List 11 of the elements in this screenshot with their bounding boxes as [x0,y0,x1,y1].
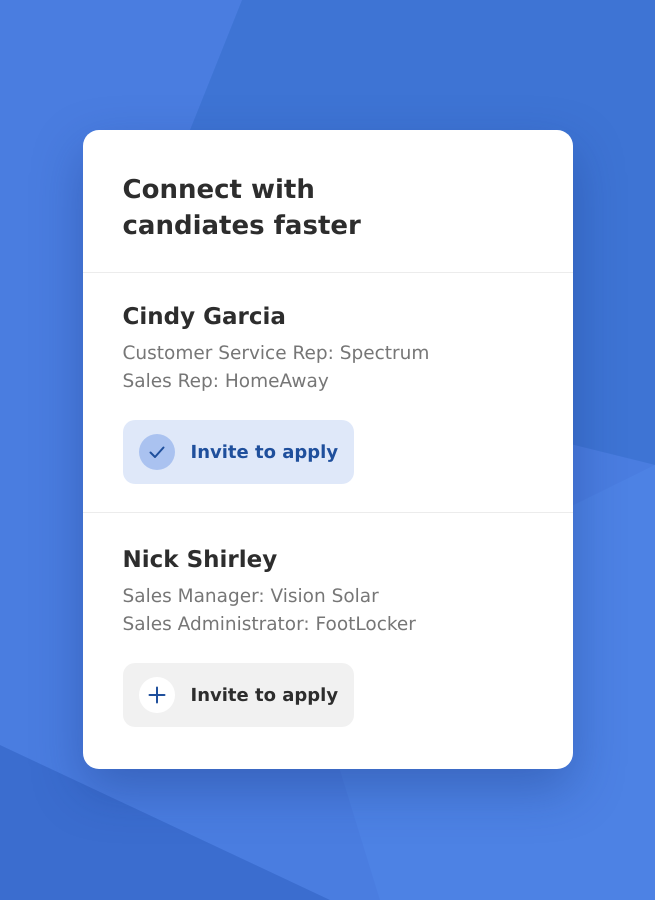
candidate-role: Sales Administrator: FootLocker [122,613,417,637]
candidate-role: Customer Service Rep: Spectrum [122,342,430,366]
invite-button[interactable]: Invite to apply [122,663,354,727]
candidate-name: Cindy Garcia [122,303,287,332]
candidate-role: Sales Rep: HomeAway [122,370,330,394]
invite-button[interactable]: Invite to apply [122,420,354,484]
candidate-name: Nick Shirley [122,546,278,575]
candidate-role: Sales Manager: Vision Solar [122,585,380,609]
plus-icon [138,677,174,713]
card-title: Connect with candiates faster [122,174,362,243]
check-icon [138,434,174,470]
